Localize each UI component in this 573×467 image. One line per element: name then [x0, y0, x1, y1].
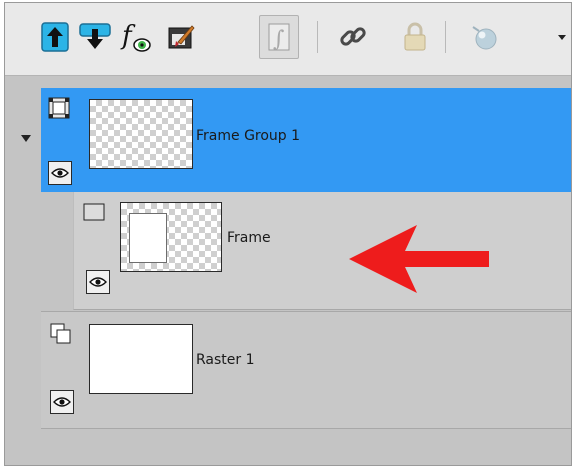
lock-button[interactable] — [395, 15, 435, 59]
move-layer-down-button[interactable] — [75, 15, 115, 59]
layer-thumbnail — [120, 202, 222, 272]
frame-white-area — [129, 213, 167, 263]
arrow-up-layer-icon — [41, 22, 69, 52]
triangle-down-icon — [21, 134, 31, 142]
toolbar-more-button[interactable] — [553, 15, 571, 59]
toolbar-separator — [317, 21, 318, 53]
link-button[interactable] — [333, 15, 373, 59]
red-arrow-annotation — [349, 225, 489, 293]
frame-group-type-icon — [47, 96, 71, 120]
arrow-down-layer-icon — [79, 23, 111, 49]
visibility-eye-icon[interactable] — [86, 270, 110, 294]
expand-group-toggle[interactable] — [19, 132, 33, 144]
layer-thumbnail — [89, 324, 193, 394]
raster-type-icon — [49, 322, 73, 346]
frame-type-icon — [82, 200, 106, 224]
sphere-mask-icon — [472, 26, 497, 50]
fx-eye-icon: f — [120, 21, 151, 52]
layer-list: Frame Group 1 Frame Raster 1 — [5, 76, 571, 465]
layer-name: Frame Group 1 — [196, 128, 301, 144]
padlock-icon — [404, 22, 426, 51]
layer-name: Frame — [227, 230, 271, 246]
layer-effects-button[interactable]: f — [117, 15, 157, 59]
layer-name: Raster 1 — [196, 352, 255, 368]
paint-brush-icon — [168, 25, 195, 49]
layer-thumbnail — [89, 99, 193, 169]
visibility-eye-icon[interactable] — [50, 390, 74, 414]
visibility-eye-icon[interactable] — [48, 161, 72, 185]
script-button[interactable]: ∫ — [259, 15, 299, 59]
layer-row-frame-group-1[interactable]: Frame Group 1 — [41, 88, 571, 192]
mask-button[interactable] — [465, 15, 505, 59]
svg-text:∫: ∫ — [273, 27, 285, 52]
edit-layer-button[interactable] — [161, 15, 201, 59]
move-layer-up-button[interactable] — [35, 15, 75, 59]
layers-toolbar: f ∫ — [5, 3, 571, 76]
toolbar-separator — [445, 21, 446, 53]
dropdown-arrow-icon — [558, 35, 566, 40]
layers-palette: f ∫ Frame Group 1 Frame Raster 1 — [4, 2, 572, 466]
script-s-icon: ∫ — [268, 23, 290, 52]
layer-row-raster-1[interactable]: Raster 1 — [41, 311, 571, 429]
layer-row-frame[interactable]: Frame — [73, 192, 571, 310]
chain-link-icon — [340, 27, 366, 46]
